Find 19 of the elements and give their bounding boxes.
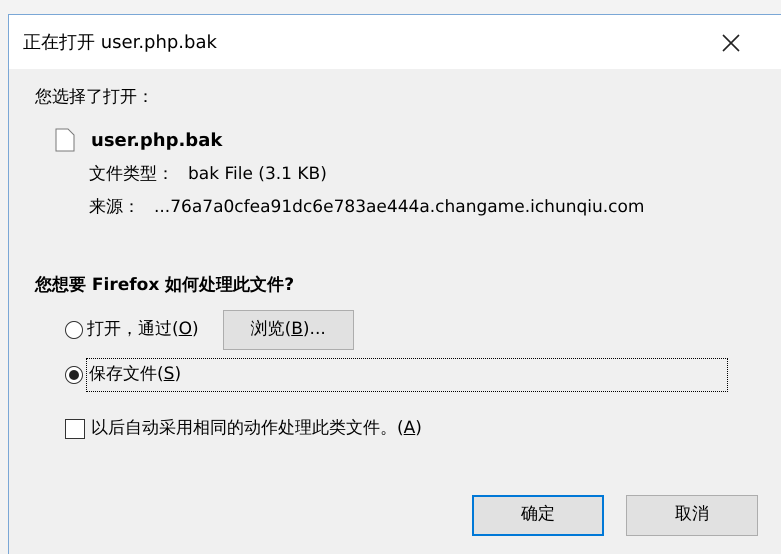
radio-button[interactable]	[65, 321, 83, 339]
checkbox[interactable]	[65, 418, 85, 439]
intro-text: 您选择了打开：	[35, 86, 155, 109]
browse-button[interactable]: 浏览(B)...	[222, 310, 354, 350]
close-icon	[721, 32, 741, 53]
detail-label: 来源：	[89, 196, 140, 219]
radio-button[interactable]	[65, 366, 83, 384]
detail-value: ...76a7a0cfea91dc6e783ae444a.changame.ichunqiu.com	[154, 196, 644, 219]
file-name: user.php.bak	[91, 128, 222, 152]
option-label[interactable]: 打开，通过(O)	[87, 317, 199, 343]
option-label[interactable]: 保存文件(S)	[87, 359, 727, 391]
detail-label: 文件类型：	[89, 162, 174, 186]
file-icon	[55, 128, 75, 152]
dialog-button[interactable]: 确定	[472, 494, 604, 536]
detail-value: bak File (3.1 KB)	[188, 162, 327, 186]
window-title: 正在打开 user.php.bak	[23, 30, 217, 54]
question-text: 您想要 Firefox 如何处理此文件?	[35, 274, 296, 296]
checkbox-label[interactable]: 以后自动采用相同的动作处理此类文件。(A)	[91, 416, 422, 442]
dialog-button[interactable]: 取消	[626, 494, 758, 536]
